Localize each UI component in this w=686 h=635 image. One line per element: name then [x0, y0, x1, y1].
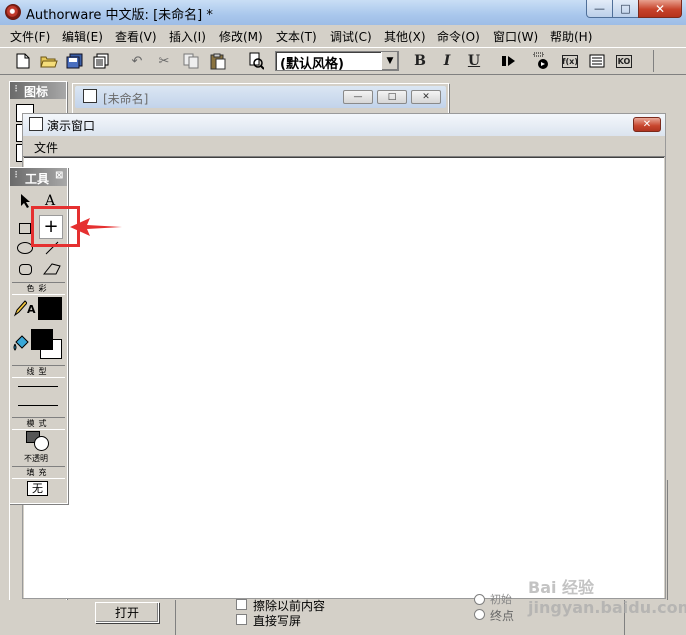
- fill-section-label: 填充: [12, 466, 65, 479]
- save-all-icon[interactable]: [66, 52, 84, 70]
- foreground-color-swatch[interactable]: [38, 297, 62, 320]
- end-radio-label: 终点: [490, 609, 515, 623]
- annotation-arrow: [70, 218, 122, 236]
- style-dropdown-value: (默认风格): [280, 57, 344, 72]
- start-radio-label: 初始: [490, 593, 512, 606]
- underline-button[interactable]: U: [465, 52, 483, 70]
- mode-value: 不透明: [24, 454, 48, 463]
- menu-modify[interactable]: 修改(M): [219, 28, 263, 45]
- flowline-window-icon: [83, 89, 97, 103]
- start-radio[interactable]: [474, 594, 485, 605]
- knowledge-objects-icon[interactable]: KO: [615, 52, 633, 70]
- presentation-menu-bar: 文件: [23, 136, 665, 157]
- flowline-title: [未命名]: [103, 92, 149, 106]
- flowline-maximize-button[interactable]: □: [377, 90, 407, 104]
- find-icon[interactable]: [247, 52, 265, 70]
- mode-opaque-icon[interactable]: [34, 436, 49, 451]
- icons-palette-title-bar: ⋮ 图标: [10, 82, 66, 99]
- main-title-bar: Authorware 中文版: [未命名] * — □ ✕: [0, 0, 686, 26]
- icons-palette-title: 图标: [24, 85, 49, 99]
- rounded-rectangle-tool-icon[interactable]: [19, 264, 32, 275]
- line-type-arrow[interactable]: [18, 405, 58, 406]
- line-type-thin[interactable]: [18, 386, 58, 387]
- authorware-app-icon: [5, 4, 21, 20]
- tools-palette-title: 工具: [25, 172, 50, 186]
- flowline-minimize-button[interactable]: —: [343, 90, 373, 104]
- minimize-button[interactable]: —: [586, 0, 613, 18]
- style-dropdown[interactable]: (默认风格) ▼: [275, 51, 399, 72]
- chevron-down-icon[interactable]: ▼: [381, 52, 398, 70]
- presentation-window-icon: [29, 117, 43, 131]
- functions-icon[interactable]: f(x): [561, 52, 579, 70]
- bold-button[interactable]: B: [411, 52, 429, 70]
- presentation-menu-file[interactable]: 文件: [34, 139, 58, 156]
- tools-palette-title-bar: ⋮ 工具 ⊠: [10, 168, 67, 186]
- fill-value[interactable]: 无: [27, 481, 48, 496]
- control-panel-icon[interactable]: [532, 52, 550, 70]
- run-icon[interactable]: [500, 52, 518, 70]
- flowline-title-bar: [未命名] — □ ✕: [75, 86, 446, 108]
- undo-icon[interactable]: ↶: [128, 52, 146, 70]
- presentation-title-bar: 演示窗口 ✕: [23, 114, 665, 137]
- menu-other[interactable]: 其他(X): [384, 28, 426, 45]
- toolbar: ↶ ✂ (默认风格) ▼ B I U f(x) KO: [0, 47, 686, 75]
- new-file-icon[interactable]: [14, 52, 32, 70]
- pen-color-letter: A: [27, 303, 36, 316]
- menu-debug[interactable]: 调试(C): [330, 28, 372, 45]
- knowledge-objects-label: KO: [616, 54, 632, 68]
- menu-view[interactable]: 查看(V): [115, 28, 157, 45]
- rectangle-tool-icon[interactable]: [19, 223, 31, 234]
- menu-text[interactable]: 文本(T): [276, 28, 317, 45]
- menu-insert[interactable]: 插入(I): [169, 28, 206, 45]
- presentation-title: 演示窗口: [47, 119, 96, 133]
- menu-help[interactable]: 帮助(H): [550, 28, 592, 45]
- pen-color-icon[interactable]: [13, 299, 28, 320]
- direct-to-screen-label: 直接写屏: [253, 614, 302, 628]
- fill-color-swatch[interactable]: [31, 329, 53, 350]
- open-folder-icon[interactable]: [40, 52, 58, 70]
- menu-file[interactable]: 文件(F): [10, 28, 50, 45]
- flowline-close-button[interactable]: ✕: [411, 90, 441, 104]
- variables-icon[interactable]: [588, 52, 606, 70]
- presentation-window: 演示窗口 ✕ 文件: [22, 113, 666, 599]
- fill-bucket-icon[interactable]: [12, 335, 30, 356]
- menu-command[interactable]: 命令(O): [437, 28, 480, 45]
- baidu-watermark: Bai 经验 jingyan.baidu.com: [528, 578, 686, 617]
- open-button[interactable]: 打开: [95, 602, 159, 623]
- end-radio[interactable]: [474, 609, 485, 620]
- close-button[interactable]: ✕: [638, 0, 682, 18]
- direct-to-screen-checkbox[interactable]: [236, 614, 247, 625]
- erase-previous-checkbox[interactable]: [236, 599, 247, 610]
- panel-divider: [175, 600, 176, 635]
- cut-icon[interactable]: ✂: [155, 52, 173, 70]
- presentation-close-button[interactable]: ✕: [633, 117, 661, 132]
- window-title: Authorware 中文版: [未命名] *: [26, 8, 213, 23]
- menu-bar: 文件(F) 编辑(E) 查看(V) 插入(I) 修改(M) 文本(T) 调试(C…: [0, 25, 686, 47]
- import-icon[interactable]: [92, 52, 110, 70]
- grip-icon[interactable]: ⋮: [12, 170, 20, 179]
- line-type-section-label: 线型: [12, 365, 65, 378]
- italic-button[interactable]: I: [438, 52, 456, 70]
- polygon-tool-icon[interactable]: [42, 263, 61, 278]
- copy-icon[interactable]: [182, 52, 200, 70]
- menu-edit[interactable]: 编辑(E): [62, 28, 103, 45]
- paste-icon[interactable]: [209, 52, 227, 70]
- menu-window[interactable]: 窗口(W): [493, 28, 538, 45]
- mode-section-label: 模式: [12, 417, 65, 430]
- functions-label: f(x): [562, 54, 578, 68]
- grip-icon[interactable]: ⋮: [12, 84, 20, 93]
- colors-section-label: 色彩: [12, 282, 65, 295]
- tools-close-icon[interactable]: ⊠: [55, 170, 63, 181]
- toolbar-separator: [653, 50, 654, 72]
- maximize-button[interactable]: □: [612, 0, 639, 18]
